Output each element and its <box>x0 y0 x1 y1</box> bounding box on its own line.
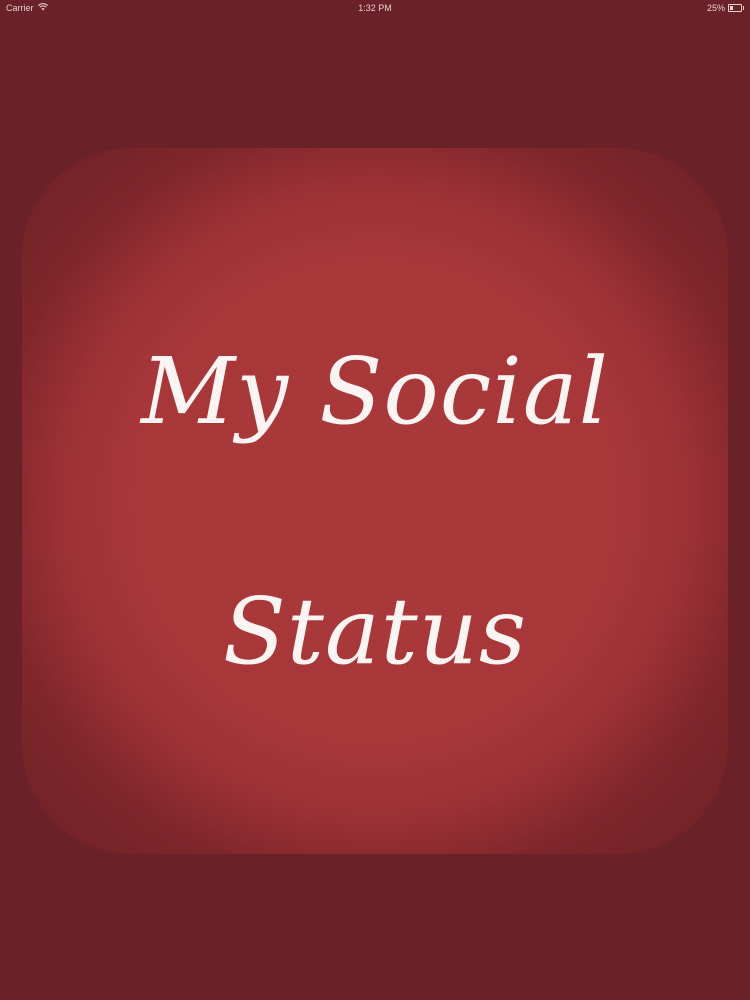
battery-percent: 25% <box>706 3 725 13</box>
splash-logo-card: My Social Status <box>22 148 728 854</box>
battery-fill <box>730 6 733 10</box>
battery-icon <box>728 4 744 12</box>
app-title-line-2: Status <box>222 578 528 685</box>
status-bar: Carrier 1:32 PM 25% <box>0 0 750 16</box>
battery-area: 25% <box>706 3 744 13</box>
app-title-line-1: My Social <box>140 338 610 445</box>
status-time: 1:32 PM <box>358 3 392 13</box>
